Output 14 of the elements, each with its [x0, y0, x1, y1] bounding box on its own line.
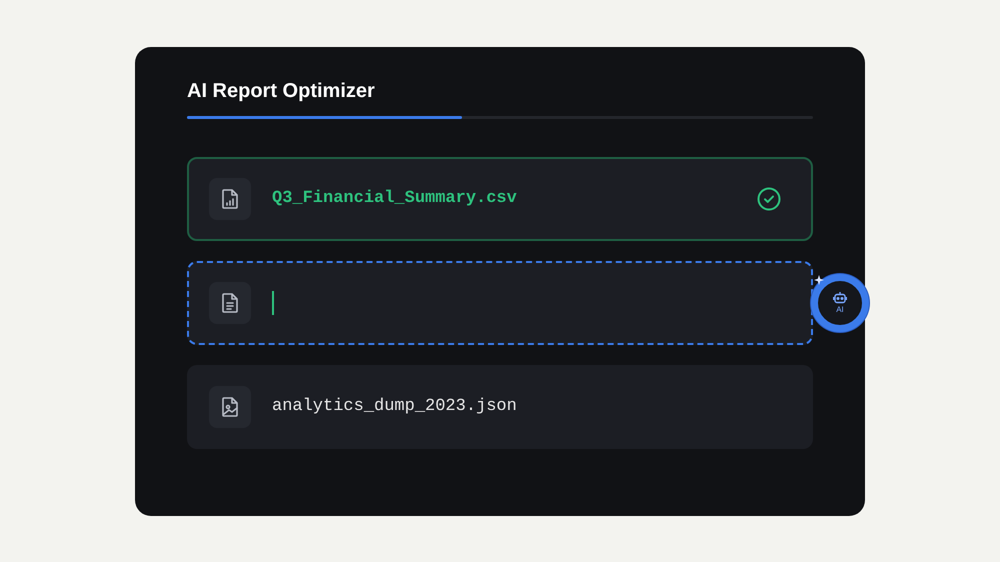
sparkle-icon: [814, 274, 824, 284]
file-name: Q3_Financial_Summary.csv: [272, 189, 517, 208]
text-cursor: [272, 290, 274, 314]
document-icon: [221, 292, 239, 312]
panel-title: AI Report Optimizer: [187, 78, 376, 102]
chart-file-icon: [221, 188, 239, 208]
file-row[interactable]: Q3_Financial_Summary.csv: [187, 156, 813, 240]
file-row[interactable]: analytics_dump_2023.json: [187, 364, 813, 448]
file-row[interactable]: [187, 260, 813, 344]
image-file-icon: [221, 396, 239, 416]
robot-icon: [833, 292, 847, 304]
ai-label: AI: [836, 304, 844, 314]
ai-assistant-badge[interactable]: AI: [811, 274, 869, 332]
file-name: analytics_dump_2023.json: [272, 397, 517, 416]
